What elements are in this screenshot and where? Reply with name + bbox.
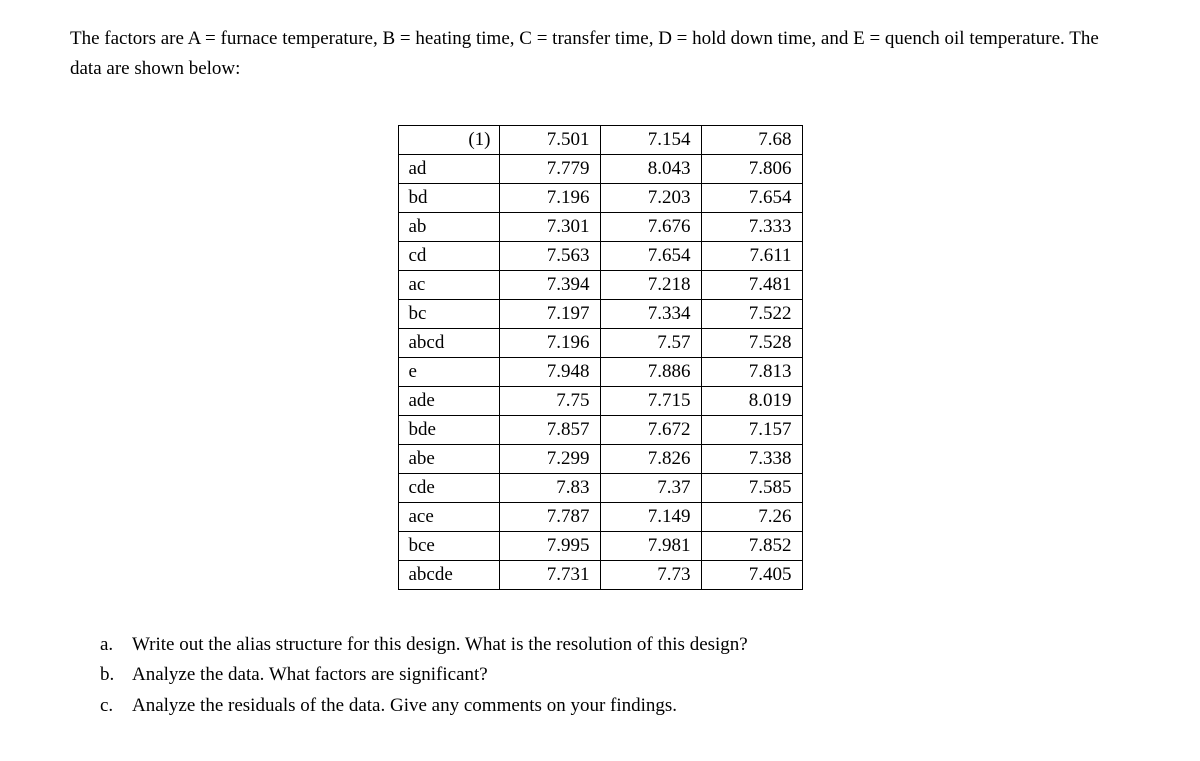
- cell-value: 7.196: [499, 328, 600, 357]
- cell-value: 7.196: [499, 183, 600, 212]
- row-label: cde: [398, 473, 499, 502]
- question-item: a. Write out the alias structure for this…: [100, 630, 1130, 660]
- table-row: cd7.5637.6547.611: [398, 241, 802, 270]
- row-label: bce: [398, 531, 499, 560]
- cell-value: 7.779: [499, 154, 600, 183]
- question-text: Analyze the data. What factors are signi…: [132, 660, 488, 690]
- cell-value: 8.043: [600, 154, 701, 183]
- question-text: Analyze the residuals of the data. Give …: [132, 691, 677, 721]
- cell-value: 7.157: [701, 415, 802, 444]
- cell-value: 7.981: [600, 531, 701, 560]
- cell-value: 7.73: [600, 560, 701, 589]
- table-row: ace7.7877.1497.26: [398, 502, 802, 531]
- cell-value: 7.203: [600, 183, 701, 212]
- question-item: b. Analyze the data. What factors are sig…: [100, 660, 1130, 690]
- cell-value: 7.26: [701, 502, 802, 531]
- question-text: Write out the alias structure for this d…: [132, 630, 748, 660]
- cell-value: 7.481: [701, 270, 802, 299]
- question-letter: a.: [100, 630, 118, 660]
- data-table-body: (1)7.5017.1547.68ad7.7798.0437.806bd7.19…: [398, 125, 802, 589]
- cell-value: 8.019: [701, 386, 802, 415]
- question-letter: c.: [100, 691, 118, 721]
- table-row: bce7.9957.9817.852: [398, 531, 802, 560]
- table-row: cde7.837.377.585: [398, 473, 802, 502]
- data-table: (1)7.5017.1547.68ad7.7798.0437.806bd7.19…: [398, 125, 803, 590]
- cell-value: 7.676: [600, 212, 701, 241]
- cell-value: 7.852: [701, 531, 802, 560]
- table-row: ab7.3017.6767.333: [398, 212, 802, 241]
- row-label: bd: [398, 183, 499, 212]
- table-row: abcd7.1967.577.528: [398, 328, 802, 357]
- intro-text: The factors are A = furnace temperature,…: [70, 24, 1130, 85]
- cell-value: 7.338: [701, 444, 802, 473]
- cell-value: 7.405: [701, 560, 802, 589]
- table-row: (1)7.5017.1547.68: [398, 125, 802, 154]
- row-label: cd: [398, 241, 499, 270]
- cell-value: 7.654: [600, 241, 701, 270]
- cell-value: 7.672: [600, 415, 701, 444]
- cell-value: 7.333: [701, 212, 802, 241]
- cell-value: 7.611: [701, 241, 802, 270]
- table-row: ad7.7798.0437.806: [398, 154, 802, 183]
- table-row: bd7.1967.2037.654: [398, 183, 802, 212]
- row-label: abcde: [398, 560, 499, 589]
- cell-value: 7.154: [600, 125, 701, 154]
- cell-value: 7.68: [701, 125, 802, 154]
- cell-value: 7.826: [600, 444, 701, 473]
- cell-value: 7.528: [701, 328, 802, 357]
- row-label: ace: [398, 502, 499, 531]
- cell-value: 7.813: [701, 357, 802, 386]
- cell-value: 7.886: [600, 357, 701, 386]
- question-letter: b.: [100, 660, 118, 690]
- table-row: e7.9487.8867.813: [398, 357, 802, 386]
- cell-value: 7.299: [499, 444, 600, 473]
- row-label: ab: [398, 212, 499, 241]
- cell-value: 7.715: [600, 386, 701, 415]
- row-label: abcd: [398, 328, 499, 357]
- row-label: ad: [398, 154, 499, 183]
- table-row: bde7.8577.6727.157: [398, 415, 802, 444]
- cell-value: 7.394: [499, 270, 600, 299]
- cell-value: 7.654: [701, 183, 802, 212]
- cell-value: 7.83: [499, 473, 600, 502]
- cell-value: 7.563: [499, 241, 600, 270]
- cell-value: 7.197: [499, 299, 600, 328]
- questions-list: a. Write out the alias structure for this…: [70, 630, 1130, 721]
- cell-value: 7.301: [499, 212, 600, 241]
- cell-value: 7.37: [600, 473, 701, 502]
- row-label: e: [398, 357, 499, 386]
- cell-value: 7.57: [600, 328, 701, 357]
- table-row: abcde7.7317.737.405: [398, 560, 802, 589]
- cell-value: 7.948: [499, 357, 600, 386]
- cell-value: 7.334: [600, 299, 701, 328]
- cell-value: 7.522: [701, 299, 802, 328]
- row-label: ade: [398, 386, 499, 415]
- cell-value: 7.75: [499, 386, 600, 415]
- cell-value: 7.149: [600, 502, 701, 531]
- cell-value: 7.806: [701, 154, 802, 183]
- table-row: abe7.2997.8267.338: [398, 444, 802, 473]
- row-label: bc: [398, 299, 499, 328]
- cell-value: 7.585: [701, 473, 802, 502]
- question-item: c. Analyze the residuals of the data. Giv…: [100, 691, 1130, 721]
- cell-value: 7.501: [499, 125, 600, 154]
- row-label: bde: [398, 415, 499, 444]
- row-label: abe: [398, 444, 499, 473]
- row-label: (1): [398, 125, 499, 154]
- table-row: ade7.757.7158.019: [398, 386, 802, 415]
- cell-value: 7.787: [499, 502, 600, 531]
- cell-value: 7.995: [499, 531, 600, 560]
- row-label: ac: [398, 270, 499, 299]
- cell-value: 7.218: [600, 270, 701, 299]
- table-row: ac7.3947.2187.481: [398, 270, 802, 299]
- table-row: bc7.1977.3347.522: [398, 299, 802, 328]
- cell-value: 7.857: [499, 415, 600, 444]
- cell-value: 7.731: [499, 560, 600, 589]
